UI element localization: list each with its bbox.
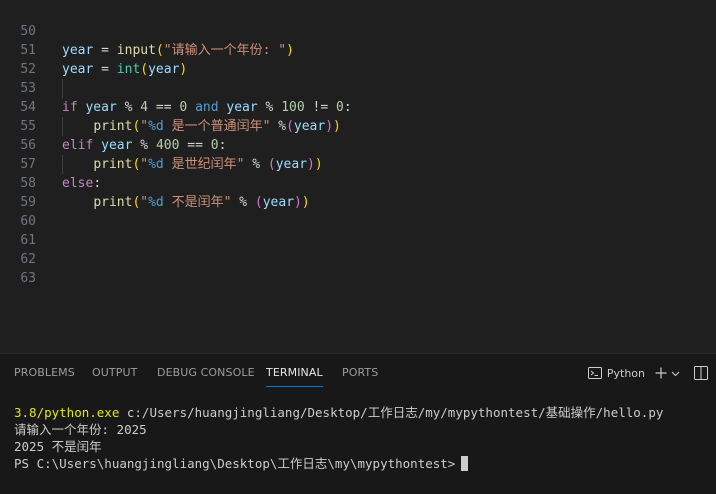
code-line[interactable]: 58 print("%d 不是闰年" % (year)) [0, 155, 309, 210]
terminal-cursor [461, 456, 469, 471]
code-text: year = input("请输入一个年份: ") [62, 43, 294, 58]
code-text: print("%d 不是闰年" % (year)) [93, 195, 310, 210]
tab-output[interactable]: OUTPUT [92, 354, 137, 392]
tab-problems[interactable]: PROBLEMS [14, 354, 75, 392]
code-line[interactable]: 62 [0, 231, 47, 267]
code-line[interactable]: 59 [0, 174, 47, 210]
tab-terminal[interactable]: TERMINAL [266, 354, 323, 392]
tab-ports[interactable]: PORTS [342, 354, 378, 392]
code-line[interactable]: 55 elif year % 400 == 0: [0, 98, 226, 153]
code-line[interactable]: 63 [0, 250, 47, 286]
code-text: else: [62, 176, 102, 191]
new-terminal-button[interactable] [655, 367, 667, 379]
split-icon [694, 366, 708, 380]
indent-guide [62, 79, 63, 98]
terminal-selector[interactable]: Python [587, 366, 645, 380]
bottom-panel: PROBLEMS OUTPUT DEBUG CONSOLE TERMINAL P… [0, 353, 716, 494]
terminal-output[interactable]: 3.8/python.exe c:/Users/huangjingliang/D… [14, 404, 714, 472]
terminal-dropdown-button[interactable] [671, 369, 680, 378]
code-line[interactable]: 56 print("%d 是世纪闰年" % (year)) [0, 117, 322, 172]
code-text: print("%d 是世纪闰年" % (year)) [93, 157, 323, 172]
code-text: elif year % 400 == 0: [62, 138, 227, 153]
tab-debug-console[interactable]: DEBUG CONSOLE [157, 354, 255, 392]
terminal-icon [587, 367, 602, 379]
split-terminal-button[interactable] [694, 366, 708, 380]
terminal-line: 2025 不是闰年 [14, 439, 102, 454]
terminal-line: 3.8/python.exe c:/Users/huangjingliang/D… [14, 405, 664, 420]
code-line[interactable]: 60 [0, 193, 47, 229]
code-line[interactable]: 61 [0, 212, 47, 248]
terminal-actions: Python [587, 363, 708, 383]
code-line[interactable]: 52 [0, 41, 47, 77]
code-text: year = int(year) [62, 62, 188, 77]
plus-icon [655, 367, 667, 379]
chevron-down-icon [671, 371, 680, 376]
code-line[interactable]: 54 print("%d 是一个普通闰年" %(year)) [0, 79, 341, 134]
vscode-window: 50 year = input("请输入一个年份: ") 51 year = i… [0, 0, 716, 494]
code-editor[interactable]: 50 year = input("请输入一个年份: ") 51 year = i… [0, 0, 716, 353]
code-line[interactable]: 57 else: [0, 136, 101, 191]
code-text: print("%d 是一个普通闰年" %(year)) [93, 119, 341, 134]
terminal-prompt-line[interactable]: PS C:\Users\huangjingliang\Desktop\工作日志\… [14, 455, 714, 472]
terminal-name: Python [606, 366, 645, 380]
line-number: 63 [20, 271, 36, 286]
code-text: if year % 4 == 0 and year % 100 != 0: [62, 100, 352, 115]
code-line[interactable]: 53 if year % 4 == 0 and year % 100 != 0: [0, 60, 351, 115]
terminal-line: 请输入一个年份: 2025 [14, 422, 147, 437]
code-line[interactable]: 51 year = int(year) [0, 22, 187, 77]
code-line[interactable]: 50 year = input("请输入一个年份: ") [0, 3, 294, 58]
